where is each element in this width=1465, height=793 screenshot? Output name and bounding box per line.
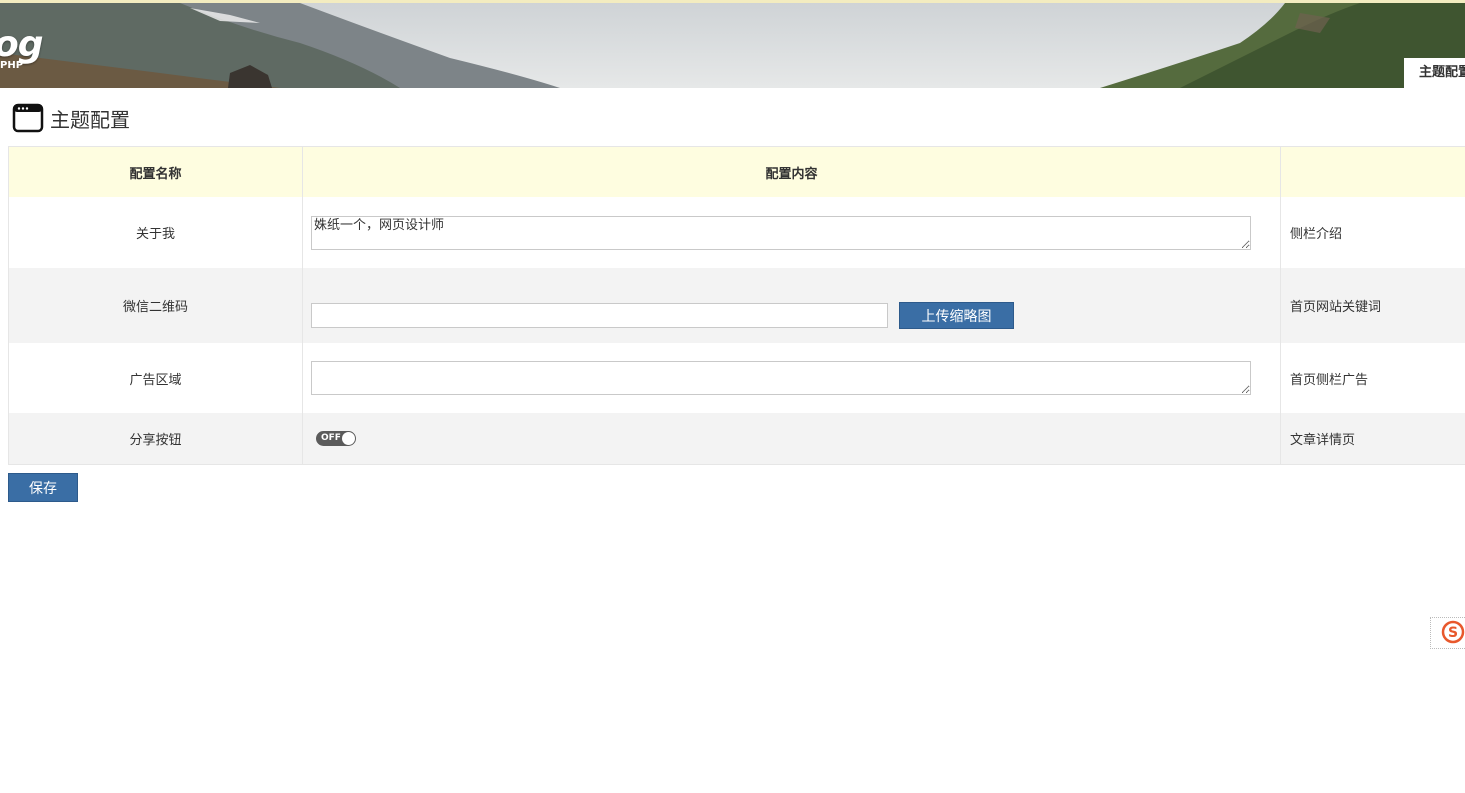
column-header-desc: [1280, 146, 1465, 197]
config-name: 广告区域: [8, 343, 303, 413]
table-row: 分享按钮 OFF 文章详情页: [8, 413, 1465, 465]
table-row: 关于我 姝纸一个，网页设计师 侧栏介绍: [8, 197, 1465, 268]
mountain-landscape-image: [0, 3, 1465, 88]
config-desc: 文章详情页: [1280, 413, 1465, 465]
site-logo[interactable]: og: [0, 27, 44, 63]
config-name: 微信二维码: [8, 268, 303, 343]
config-desc: 首页网站关键词: [1280, 268, 1465, 343]
column-header-name: 配置名称: [8, 146, 303, 197]
widget-glyph: S: [1448, 625, 1458, 641]
config-name: 关于我: [8, 197, 303, 268]
about-me-textarea[interactable]: 姝纸一个，网页设计师: [311, 215, 1251, 250]
toggle-knob: [342, 431, 355, 445]
share-button-toggle[interactable]: OFF: [316, 430, 356, 446]
save-button[interactable]: 保存: [8, 473, 78, 502]
config-name: 分享按钮: [8, 413, 303, 465]
header-banner: og PHP 主题配置: [0, 0, 1465, 88]
wechat-qrcode-input[interactable]: [311, 303, 888, 328]
config-desc: 侧栏介绍: [1280, 197, 1465, 268]
sogou-s-icon: S: [1441, 620, 1465, 644]
tab-theme-config[interactable]: 主题配置: [1404, 58, 1465, 88]
config-table: 配置名称 配置内容 关于我 姝纸一个，网页设计师 侧栏介绍 微信二维码 上传缩略…: [8, 146, 1465, 465]
table-row: 微信二维码 上传缩略图 首页网站关键词: [8, 268, 1465, 343]
site-logo-subtitle: PHP: [0, 60, 24, 71]
config-desc: 首页侧栏广告: [1280, 343, 1465, 413]
page-title: 主题配置: [50, 107, 130, 132]
page-heading: 主题配置: [12, 102, 130, 134]
window-icon: [12, 103, 44, 133]
table-row: 广告区域 首页侧栏广告: [8, 343, 1465, 413]
column-header-content: 配置内容: [302, 146, 1281, 197]
toggle-state-label: OFF: [321, 432, 341, 443]
table-header-row: 配置名称 配置内容: [8, 146, 1465, 197]
input-method-widget[interactable]: S: [1430, 617, 1465, 649]
ad-area-textarea[interactable]: [311, 361, 1251, 395]
upload-thumbnail-button[interactable]: 上传缩略图: [899, 302, 1014, 329]
